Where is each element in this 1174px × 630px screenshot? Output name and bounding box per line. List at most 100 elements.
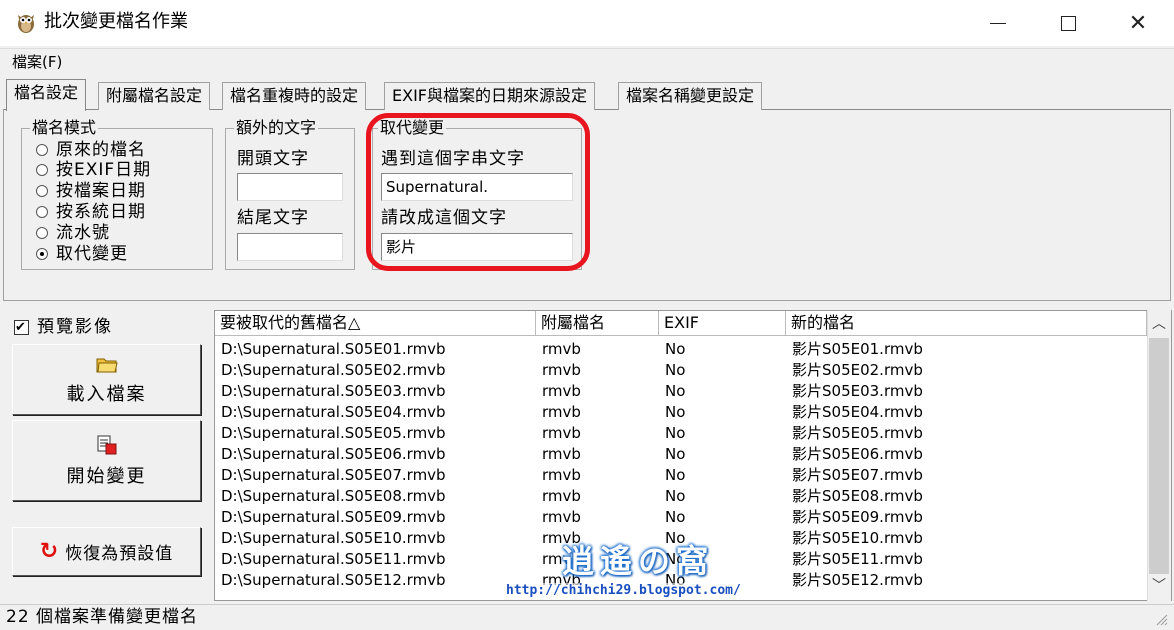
cell-exif: No [665,382,686,400]
radio-icon [36,206,48,218]
column-header-extension[interactable]: 附屬檔名 [536,311,659,336]
preview-image-checkbox[interactable]: ✔ 預覽影像 [14,316,113,338]
checkmark-icon: ✔ [14,319,29,335]
load-files-button[interactable]: 載入檔案 [12,344,201,415]
table-row[interactable]: D:\Supernatural.S05E06.rmvb rmvb No 影片S05E0… [215,444,1155,465]
cell-new-name: 影片S05E03.rmvb [792,382,923,400]
refresh-icon: ↻ [39,539,60,564]
cell-old-name: D:\Supernatural.S05E05.rmvb [221,424,446,442]
radio-icon [36,227,48,239]
radio-system-date[interactable]: 按系統日期 [36,202,146,222]
table-row[interactable]: D:\Supernatural.S05E01.rmvb rmvb No 影片S05E0… [215,339,1155,360]
maximize-button[interactable] [1033,0,1103,46]
cell-old-name: D:\Supernatural.S05E08.rmvb [221,487,446,505]
start-rename-label: 開始變更 [66,465,147,487]
cell-new-name: 影片S05E02.rmvb [792,361,923,379]
cell-exif: No [665,361,686,379]
column-header-exif[interactable]: EXIF [659,311,786,336]
cell-old-name: D:\Supernatural.S05E11.rmvb [221,550,446,568]
suffix-input[interactable] [237,233,343,261]
radio-replace-change[interactable]: 取代變更 [36,244,128,264]
tab-duplicate-settings[interactable]: 檔名重複時的設定 [222,82,367,110]
menu-bar [0,48,1174,74]
cell-new-name: 影片S05E07.rmvb [792,466,923,484]
menu-file[interactable]: 檔案(F) [12,52,62,72]
radio-label: 流水號 [56,223,110,243]
cell-exif: No [665,424,686,442]
radio-label: 按系統日期 [56,202,146,222]
watermark-url: http://chihchi29.blogspot.com/ [506,583,741,598]
tab-exif-date-settings[interactable]: EXIF與檔案的日期來源設定 [384,82,595,110]
cell-old-name: D:\Supernatural.S05E10.rmvb [221,529,446,547]
table-row[interactable]: D:\Supernatural.S05E02.rmvb rmvb No 影片S05E0… [215,360,1155,381]
column-header-old-name[interactable]: 要被取代的舊檔名△ [215,311,536,336]
resize-grip-icon[interactable] [1154,612,1170,628]
close-icon: ✕ [1128,10,1148,36]
radio-label: 原來的檔名 [56,140,146,160]
cell-old-name: D:\Supernatural.S05E04.rmvb [221,403,446,421]
radio-icon [36,164,48,176]
watermark-logo: 逍遙の窩 [562,542,715,580]
scroll-down-arrow-icon[interactable]: ﹀ [1147,574,1171,598]
cell-exif: No [665,340,686,358]
cell-old-name: D:\Supernatural.S05E09.rmvb [221,508,446,526]
table-row[interactable]: D:\Supernatural.S05E07.rmvb rmvb No 影片S05E0… [215,465,1155,486]
minimize-icon [990,22,1006,24]
cell-extension: rmvb [542,361,581,379]
cell-extension: rmvb [542,340,581,358]
highlight-annotation [366,113,590,271]
cell-exif: No [665,487,686,505]
cell-exif: No [665,508,686,526]
table-row[interactable]: D:\Supernatural.S05E08.rmvb rmvb No 影片S05E0… [215,486,1155,507]
radio-label: 按EXIF日期 [56,160,152,180]
table-row[interactable]: D:\Supernatural.S05E09.rmvb rmvb No 影片S05E0… [215,507,1155,528]
tab-extension-settings[interactable]: 附屬檔名設定 [98,82,211,110]
close-button[interactable]: ✕ [1103,0,1173,46]
radio-icon [36,185,48,197]
cell-new-name: 影片S05E04.rmvb [792,403,923,421]
minimize-button[interactable] [963,0,1033,46]
table-row[interactable]: D:\Supernatural.S05E04.rmvb rmvb No 影片S05E0… [215,402,1155,423]
column-header-new-name[interactable]: 新的檔名 [786,311,1147,336]
cell-old-name: D:\Supernatural.S05E12.rmvb [221,571,446,589]
cell-extension: rmvb [542,487,581,505]
status-text: 22 個檔案準備變更檔名 [6,607,199,627]
reset-defaults-label: 恢復為預設值 [65,544,174,564]
scroll-up-arrow-icon[interactable]: ︿ [1147,312,1171,336]
radio-icon [36,144,48,156]
reset-defaults-button[interactable]: ↻ 恢復為預設值 [12,527,201,576]
radio-file-date[interactable]: 按檔案日期 [36,181,146,201]
table-row[interactable]: D:\Supernatural.S05E05.rmvb rmvb No 影片S05E0… [215,423,1155,444]
cell-exif: No [665,466,686,484]
cell-new-name: 影片S05E01.rmvb [792,340,923,358]
cell-new-name: 影片S05E10.rmvb [792,529,923,547]
owl-app-icon [14,10,38,34]
cell-old-name: D:\Supernatural.S05E07.rmvb [221,466,446,484]
radio-exif-date[interactable]: 按EXIF日期 [36,160,151,180]
cell-old-name: D:\Supernatural.S05E02.rmvb [221,361,446,379]
cell-exif: No [665,445,686,463]
scroll-thumb[interactable] [1149,338,1169,574]
maximize-icon [1060,15,1076,31]
radio-original-name[interactable]: 原來的檔名 [36,140,146,160]
cell-old-name: D:\Supernatural.S05E01.rmvb [221,340,446,358]
tab-rename-settings[interactable]: 檔案名稱變更設定 [618,82,763,110]
cell-new-name: 影片S05E09.rmvb [792,508,923,526]
start-rename-button[interactable]: 開始變更 [12,420,201,501]
cell-extension: rmvb [542,382,581,400]
cell-new-name: 影片S05E12.rmvb [792,571,923,589]
table-row[interactable]: D:\Supernatural.S05E03.rmvb rmvb No 影片S05E0… [215,381,1155,402]
cell-extension: rmvb [542,508,581,526]
tab-filename-settings[interactable]: 檔名設定 [6,79,87,111]
cell-old-name: D:\Supernatural.S05E06.rmvb [221,445,446,463]
prefix-label: 開頭文字 [237,149,309,169]
cell-new-name: 影片S05E05.rmvb [792,424,923,442]
radio-selected-icon [36,248,48,260]
cell-new-name: 影片S05E11.rmvb [792,550,923,568]
radio-serial-number[interactable]: 流水號 [36,223,110,243]
cell-new-name: 影片S05E08.rmvb [792,487,923,505]
open-folder-icon [96,354,118,378]
prefix-input[interactable] [237,173,343,201]
rename-document-icon [96,434,118,460]
extra-text-title: 額外的文字 [234,118,319,137]
